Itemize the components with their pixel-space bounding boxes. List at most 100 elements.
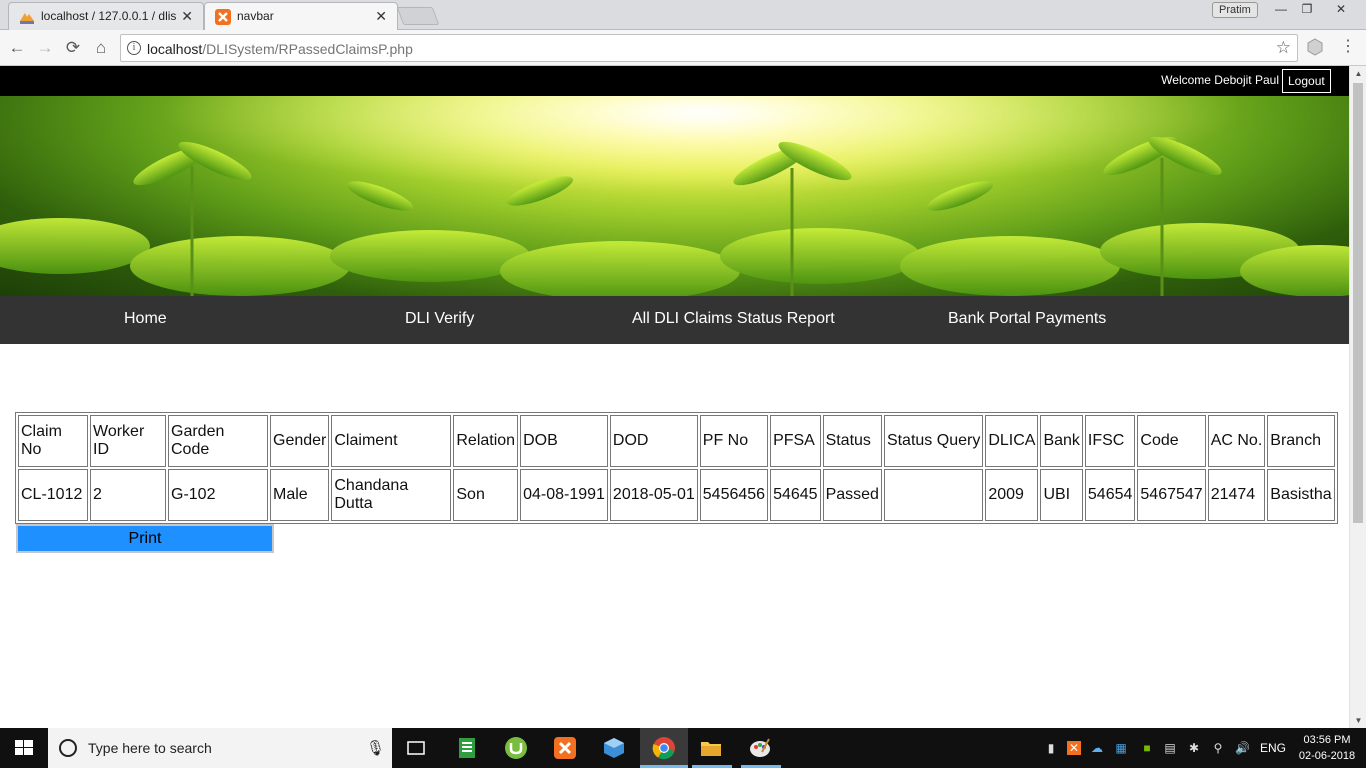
welcome-text: Welcome Debojit Paul (1161, 73, 1279, 87)
nav-home[interactable]: Home (124, 310, 167, 328)
xampp-tray-icon[interactable]: ✕ (1067, 741, 1081, 755)
cell-worker-id: 2 (90, 469, 166, 521)
close-icon[interactable]: ✕ (375, 8, 387, 25)
grid-tray-icon[interactable]: ▦ (1114, 741, 1128, 755)
taskbar-search-box[interactable]: Type here to search 🎙 (48, 728, 392, 768)
paint-icon[interactable] (748, 736, 772, 760)
cell-pfsa: 54645 (770, 469, 821, 521)
language-indicator[interactable]: ENG (1260, 741, 1286, 755)
extension-icon[interactable] (1306, 38, 1324, 56)
cell-status-query (883, 469, 984, 521)
microphone-icon[interactable]: 🎙 (366, 739, 385, 757)
browser-toolbar: ← → ⟳ ⌂ i localhost/DLISystem/RPassedCla… (0, 30, 1366, 66)
volume-icon[interactable]: 🔊 (1235, 741, 1250, 755)
cell-claim-no: CL-1012 (18, 469, 88, 521)
cell-dod: 2018-05-01 (609, 469, 698, 521)
column-header: Worker ID (90, 415, 166, 467)
keyboard-tray-icon[interactable]: ▤ (1163, 741, 1177, 755)
minimize-icon[interactable]: — (1268, 0, 1294, 18)
scroll-up-icon[interactable]: ▲ (1350, 66, 1366, 81)
utorrent-icon[interactable] (504, 736, 528, 760)
column-header: DLICA (985, 415, 1039, 467)
info-icon[interactable]: i (127, 41, 141, 55)
cell-status: Passed (822, 469, 882, 521)
scroll-down-icon[interactable]: ▼ (1350, 713, 1366, 728)
bookmark-star-icon[interactable]: ☆ (1276, 38, 1291, 58)
security-tray-icon[interactable]: ✱ (1187, 741, 1201, 755)
notepad-icon[interactable] (455, 736, 479, 760)
new-tab-button[interactable] (396, 7, 440, 25)
table-header-row: Claim No Worker ID Garden Code Gender Cl… (18, 415, 1335, 467)
nav-bank-portal-payments[interactable]: Bank Portal Payments (948, 310, 1106, 328)
window-close-icon[interactable]: ✕ (1328, 0, 1354, 18)
url-path: /DLISystem/RPassedClaimsP.php (202, 41, 413, 57)
cell-pf-no: 5456456 (699, 469, 769, 521)
column-header: Relation (453, 415, 519, 467)
chrome-menu-icon[interactable]: ⋮ (1340, 38, 1356, 56)
task-view-icon[interactable] (404, 736, 428, 760)
cell-garden-code: G-102 (168, 469, 268, 521)
tab-navbar[interactable]: navbar ✕ (204, 2, 398, 30)
windows-taskbar: Type here to search 🎙 ▮ ✕ ☁ ▦ ■ ▤ ✱ ⚲ 🔊 … (0, 728, 1366, 768)
column-header: Claiment (331, 415, 452, 467)
banner-image (0, 96, 1349, 296)
cell-code: 5467547 (1137, 469, 1206, 521)
cell-ifsc: 54654 (1084, 469, 1136, 521)
address-bar[interactable]: i localhost/DLISystem/RPassedClaimsP.php… (120, 34, 1298, 62)
xampp-icon (215, 9, 231, 25)
file-explorer-icon[interactable] (699, 736, 723, 760)
cell-branch: Basistha (1267, 469, 1335, 521)
restore-icon[interactable]: ❐ (1294, 0, 1320, 18)
profile-button[interactable]: Pratim (1212, 2, 1258, 18)
nav-claims-status-report[interactable]: All DLI Claims Status Report (632, 310, 835, 328)
passed-claims-table: Claim No Worker ID Garden Code Gender Cl… (15, 412, 1338, 524)
chrome-icon[interactable] (652, 736, 676, 760)
print-button[interactable]: Print (16, 524, 274, 553)
cell-ac-no: 21474 (1207, 469, 1266, 521)
phpmyadmin-icon (20, 13, 34, 24)
virtualbox-icon[interactable] (602, 736, 626, 760)
column-header: Gender (270, 415, 330, 467)
logout-button[interactable]: Logout (1282, 69, 1331, 93)
cell-claiment: Chandana Dutta (331, 469, 452, 521)
column-header: Garden Code (168, 415, 268, 467)
tab-phpmyadmin[interactable]: localhost / 127.0.0.1 / dlis ✕ (8, 2, 204, 30)
scrollbar-thumb[interactable] (1353, 83, 1363, 523)
usb-device-icon[interactable]: ▮ (1044, 741, 1058, 755)
column-header: Status (822, 415, 882, 467)
cortana-icon (59, 739, 77, 757)
system-clock[interactable]: 03:56 PM 02-06-2018 (1295, 732, 1359, 764)
page-viewport: Welcome Debojit Paul Logout Home DLI Ver… (0, 66, 1349, 728)
forward-icon[interactable]: → (34, 37, 56, 59)
column-header: DOB (520, 415, 608, 467)
column-header: IFSC (1084, 415, 1136, 467)
windows-start-icon[interactable] (0, 728, 48, 768)
tea-plant-banner (0, 96, 1349, 296)
cell-gender: Male (270, 469, 330, 521)
column-header: Branch (1267, 415, 1335, 467)
home-icon[interactable]: ⌂ (90, 37, 112, 59)
page-scrollbar[interactable]: ▲ ▼ (1349, 66, 1366, 728)
search-placeholder: Type here to search (88, 740, 212, 756)
nvidia-tray-icon[interactable]: ■ (1140, 741, 1154, 755)
url-text[interactable]: localhost/DLISystem/RPassedClaimsP.php (147, 41, 413, 57)
cell-relation: Son (453, 469, 519, 521)
close-icon[interactable]: ✕ (181, 8, 193, 25)
cloud-tray-icon[interactable]: ☁ (1090, 741, 1104, 755)
clock-date: 02-06-2018 (1298, 750, 1356, 762)
url-host: localhost (147, 41, 203, 57)
column-header: DOD (609, 415, 698, 467)
top-bar: Welcome Debojit Paul Logout (0, 66, 1349, 96)
cell-dlica: 2009 (985, 469, 1039, 521)
cell-bank: UBI (1040, 469, 1083, 521)
column-header: AC No. (1207, 415, 1266, 467)
table-row: CL-1012 2 G-102 Male Chandana Dutta Son … (18, 469, 1335, 521)
column-header: Bank (1040, 415, 1083, 467)
reload-icon[interactable]: ⟳ (62, 37, 84, 59)
back-icon[interactable]: ← (6, 37, 28, 59)
column-header: PFSA (770, 415, 821, 467)
xampp-icon[interactable] (553, 736, 577, 760)
network-tray-icon[interactable]: ⚲ (1211, 741, 1225, 755)
nav-dli-verify[interactable]: DLI Verify (405, 310, 474, 328)
column-header: PF No (699, 415, 769, 467)
